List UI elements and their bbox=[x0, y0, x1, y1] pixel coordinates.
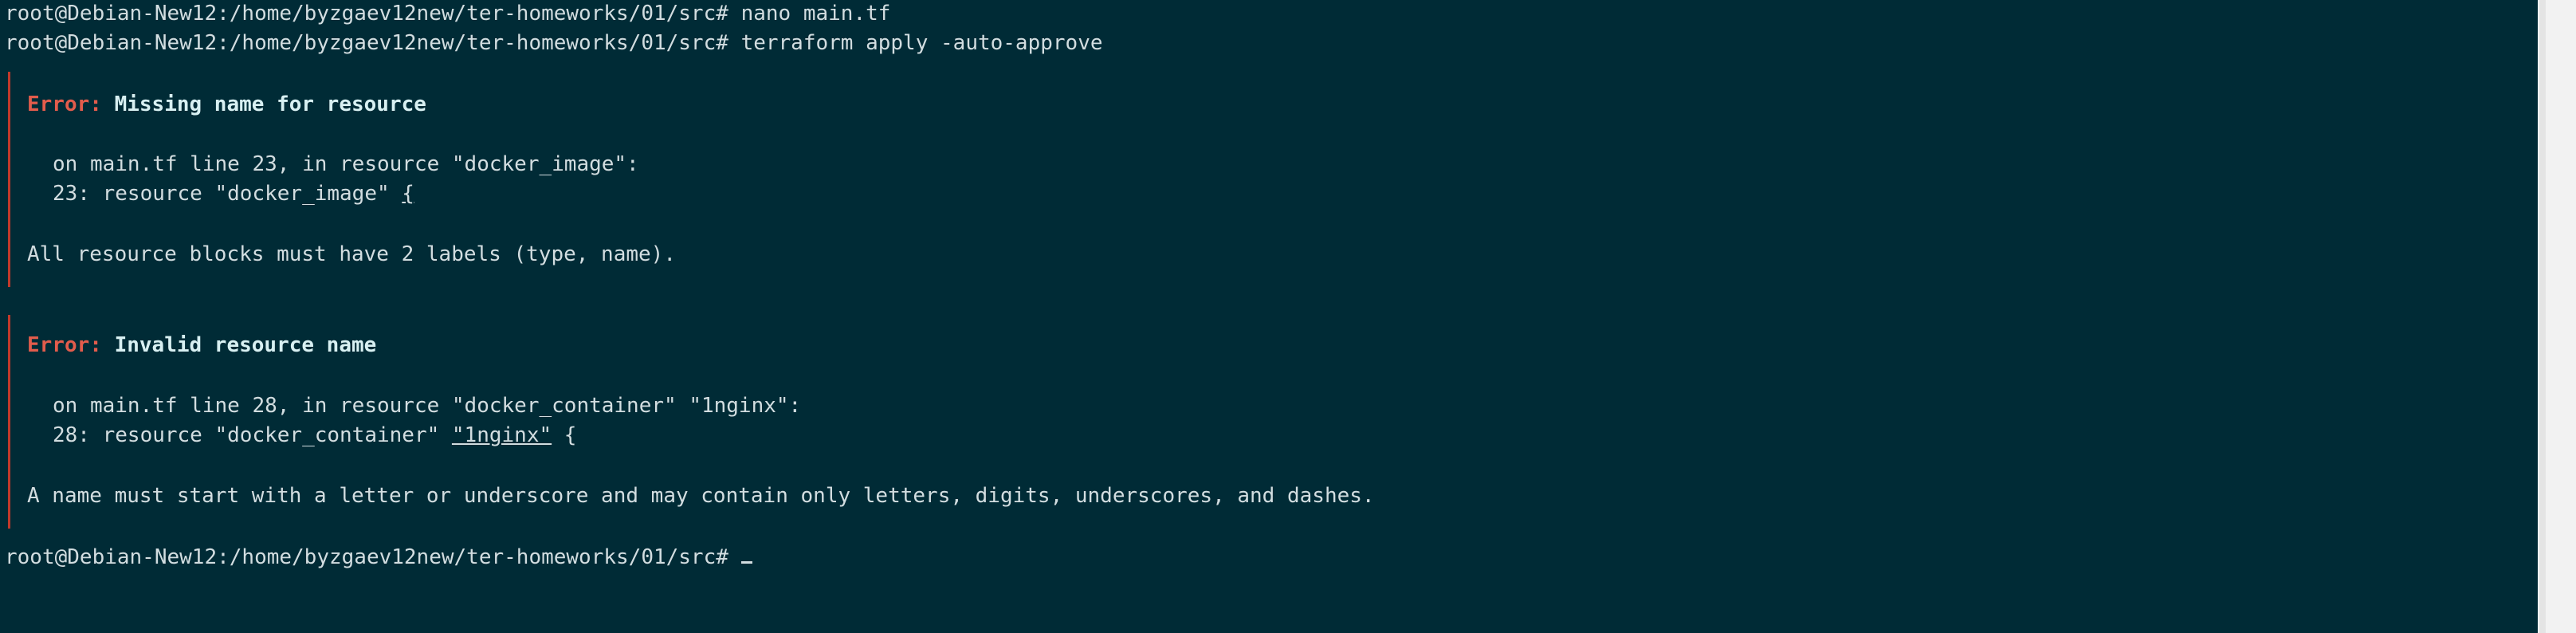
code-highlight: { bbox=[402, 182, 414, 206]
command-text: terraform apply -auto-approve bbox=[740, 31, 1103, 55]
command-text: nano main.tf bbox=[740, 2, 891, 26]
error-location: on main.tf line 28, in resource "docker_… bbox=[53, 394, 802, 418]
shell-prompt: root@Debian-New12:/home/byzgaev12new/ter… bbox=[5, 31, 728, 55]
code-text: 23: resource "docker_image" bbox=[53, 182, 402, 206]
code-highlight: "1nginx" bbox=[451, 423, 552, 447]
error-detail: A name must start with a letter or under… bbox=[27, 484, 1375, 508]
error-code-line: 28: resource "docker_container" "1nginx"… bbox=[53, 422, 576, 449]
code-text: 28: resource "docker_container" bbox=[53, 423, 452, 447]
command-line-active[interactable]: root@Debian-New12:/home/byzgaev12new/ter… bbox=[5, 544, 752, 571]
error-heading: Error: Invalid resource name bbox=[27, 332, 376, 359]
error-block-border bbox=[8, 72, 10, 287]
shell-prompt: root@Debian-New12:/home/byzgaev12new/ter… bbox=[5, 2, 728, 26]
command-line: root@Debian-New12:/home/byzgaev12new/ter… bbox=[5, 29, 1103, 57]
shell-prompt: root@Debian-New12:/home/byzgaev12new/ter… bbox=[5, 545, 728, 569]
code-text: { bbox=[552, 423, 577, 447]
error-detail: All resource blocks must have 2 labels (… bbox=[27, 242, 676, 266]
text-cursor bbox=[740, 561, 752, 564]
error-summary: Missing name for resource bbox=[114, 92, 426, 116]
error-location: on main.tf line 23, in resource "docker_… bbox=[53, 152, 639, 176]
terminal-window[interactable]: root@Debian-New12:/home/byzgaev12new/ter… bbox=[0, 0, 2576, 633]
scrollbar-track bbox=[2539, 0, 2546, 633]
error-label: Error: bbox=[27, 333, 102, 357]
error-heading: Error: Missing name for resource bbox=[27, 91, 426, 118]
error-block-border bbox=[8, 315, 10, 529]
error-summary: Invalid resource name bbox=[114, 333, 377, 357]
error-label: Error: bbox=[27, 92, 102, 116]
error-code-line: 23: resource "docker_image" { bbox=[53, 180, 414, 207]
command-line: root@Debian-New12:/home/byzgaev12new/ter… bbox=[5, 0, 890, 27]
